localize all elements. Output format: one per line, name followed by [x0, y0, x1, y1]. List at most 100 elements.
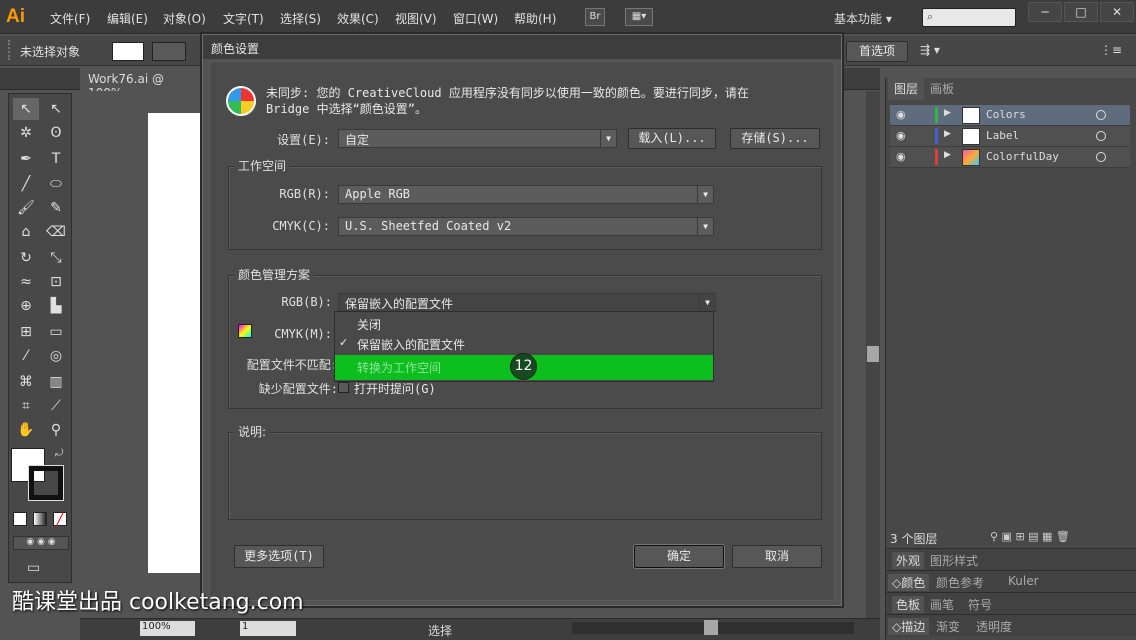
free-transform-icon[interactable]: ⊡ — [43, 271, 69, 293]
cancel-button[interactable]: 取消 — [732, 545, 822, 568]
fill-swatch[interactable] — [112, 42, 144, 61]
blend-tool-icon[interactable]: ◎ — [43, 345, 69, 367]
save-button[interactable]: 存储(S)... — [730, 128, 820, 149]
option-off[interactable]: 关闭 — [335, 314, 713, 335]
menu-file[interactable]: 文件(F) — [50, 10, 90, 27]
gradient-mode-icon[interactable] — [33, 512, 47, 526]
maximize-button[interactable]: □ — [1064, 2, 1098, 22]
warp-tool-icon[interactable]: ≈ — [13, 271, 39, 293]
tab-artboards[interactable]: 画板 — [924, 78, 960, 100]
menu-view[interactable]: 视图(V) — [395, 10, 437, 27]
tab-graphic-styles[interactable]: 图形样式 — [930, 552, 978, 569]
hand-tool-icon[interactable]: ✋ — [13, 419, 39, 441]
stroke-color-box[interactable] — [28, 465, 64, 501]
column-graph-icon[interactable]: ▥ — [43, 371, 69, 393]
grip-handle[interactable] — [8, 40, 10, 60]
rgb-workspace-dropdown[interactable]: Apple RGB ▼ — [338, 185, 714, 204]
tab-color-guide[interactable]: 颜色参考 — [936, 574, 984, 591]
target-icon[interactable] — [1096, 152, 1106, 162]
symbol-sprayer-icon[interactable]: ⌘ — [13, 371, 39, 393]
tab-swatches[interactable]: 色板 — [892, 596, 925, 613]
tab-brushes[interactable]: 画笔 — [930, 596, 954, 613]
more-options-button[interactable]: 更多选项(T) — [234, 545, 324, 568]
direct-selection-tool-icon[interactable]: ↖ — [43, 98, 69, 120]
ellipse-tool-icon[interactable]: ⬭ — [43, 173, 69, 195]
panel-menu-icon[interactable]: ⋮≡ — [1100, 43, 1122, 57]
policy-rgb-dropdown[interactable]: 保留嵌入的配置文件 ▼ — [338, 293, 716, 312]
preferences-button[interactable]: 首选项 — [846, 41, 908, 62]
eye-icon[interactable]: ◉ — [896, 108, 906, 121]
menu-edit[interactable]: 编辑(E) — [107, 10, 148, 27]
eyedropper-icon[interactable]: ⁄ — [13, 345, 39, 367]
layer-row[interactable]: ◉ ▶ Label — [890, 126, 1130, 147]
tab-stroke-wrap[interactable]: ◇描边 — [888, 618, 930, 635]
none-mode-icon[interactable]: ╱ — [53, 512, 67, 526]
artboard[interactable] — [148, 113, 208, 573]
pen-tool-icon[interactable]: ✒ — [13, 148, 39, 170]
arrange-documents-button[interactable]: ▦▾ — [625, 8, 653, 26]
ask-when-opening-checkbox[interactable] — [338, 382, 349, 393]
shape-builder-icon[interactable]: ⊕ — [13, 295, 39, 317]
tab-kuler[interactable]: Kuler — [1008, 574, 1039, 588]
target-icon[interactable] — [1096, 110, 1106, 120]
layer-row[interactable]: ◉ ▶ Colors — [890, 105, 1130, 126]
tab-transparency[interactable]: 透明度 — [976, 618, 1012, 635]
layer-row[interactable]: ◉ ▶ ColorfulDay — [890, 147, 1130, 168]
perspective-grid-icon[interactable]: ▙ — [43, 295, 69, 317]
eraser-icon[interactable]: ⌫ — [43, 221, 69, 243]
horizontal-scrollbar-thumb[interactable] — [704, 620, 718, 635]
expand-arrow-icon[interactable]: ▶ — [944, 150, 951, 160]
menu-select[interactable]: 选择(S) — [280, 10, 321, 27]
page-field[interactable]: 1 — [240, 621, 296, 636]
menu-help[interactable]: 帮助(H) — [514, 10, 556, 27]
screen-mode-icon[interactable]: ▭ — [27, 560, 40, 576]
target-icon[interactable] — [1096, 131, 1106, 141]
document-tab[interactable]: Work76.ai @ 100% — [80, 68, 210, 100]
mesh-tool-icon[interactable]: ⊞ — [13, 321, 39, 343]
expand-arrow-icon[interactable]: ▶ — [944, 129, 951, 139]
close-button[interactable]: ✕ — [1100, 2, 1134, 22]
magic-wand-icon[interactable]: ✲ — [13, 122, 39, 144]
stroke-swatch[interactable] — [152, 42, 186, 61]
layer-actions-icons[interactable]: ⚲ ▣ ⊞ ▤ ▦ 🗑 — [990, 530, 1070, 543]
artboard-tool-icon[interactable]: ⌗ — [13, 395, 39, 417]
draw-modes-icon[interactable]: ◉ ◉ ◉ — [13, 536, 69, 550]
cmyk-workspace-dropdown[interactable]: U.S. Sheetfed Coated v2 ▼ — [338, 217, 714, 236]
load-button[interactable]: 载入(L)... — [628, 128, 716, 149]
minimize-button[interactable]: ─ — [1028, 2, 1062, 22]
scale-tool-icon[interactable]: ⤡ — [43, 247, 69, 269]
workspace-switcher[interactable]: 基本功能 ▾ — [834, 10, 892, 27]
selection-tool-icon[interactable]: ↖ — [13, 98, 39, 120]
arrange-icon[interactable]: ⇶ ▾ — [920, 43, 940, 57]
tab-color-wrap[interactable]: ◇颜色 — [888, 574, 930, 591]
paintbrush-icon[interactable]: 🖌 — [13, 197, 39, 219]
tab-appearance[interactable]: 外观 — [892, 552, 925, 569]
menu-object[interactable]: 对象(O) — [163, 10, 206, 27]
gradient-tool-icon[interactable]: ▭ — [43, 321, 69, 343]
zoom-field[interactable]: 100% — [140, 621, 195, 636]
tab-symbols[interactable]: 符号 — [968, 596, 992, 613]
eye-icon[interactable]: ◉ — [896, 150, 906, 163]
type-tool-icon[interactable]: T — [43, 148, 69, 170]
settings-dropdown[interactable]: 自定 ▼ — [338, 129, 617, 148]
swap-colors-icon[interactable]: ⤾ — [55, 448, 63, 459]
menu-type[interactable]: 文字(T) — [223, 10, 264, 27]
menu-effect[interactable]: 效果(C) — [337, 10, 379, 27]
scrollbar-thumb[interactable] — [867, 346, 879, 362]
line-tool-icon[interactable]: ╱ — [13, 173, 39, 195]
rotate-tool-icon[interactable]: ↻ — [13, 247, 39, 269]
pencil-icon[interactable]: ✎ — [43, 197, 69, 219]
zoom-tool-icon[interactable]: ⚲ — [43, 419, 69, 441]
slice-tool-icon[interactable]: ⟋ — [43, 395, 69, 417]
tab-gradient[interactable]: 渐变 — [936, 618, 960, 635]
ok-button[interactable]: 确定 — [634, 545, 724, 568]
menu-window[interactable]: 窗口(W) — [453, 10, 498, 27]
bridge-button[interactable]: Br — [585, 8, 605, 26]
tab-layers[interactable]: 图层 — [888, 78, 925, 100]
option-preserve-embedded[interactable]: 保留嵌入的配置文件 — [335, 334, 713, 355]
blob-brush-icon[interactable]: ⌂ — [13, 221, 39, 243]
expand-arrow-icon[interactable]: ▶ — [944, 108, 951, 118]
lasso-icon[interactable]: ʘ — [43, 122, 69, 144]
eye-icon[interactable]: ◉ — [896, 129, 906, 142]
color-mode-icon[interactable] — [13, 512, 27, 526]
